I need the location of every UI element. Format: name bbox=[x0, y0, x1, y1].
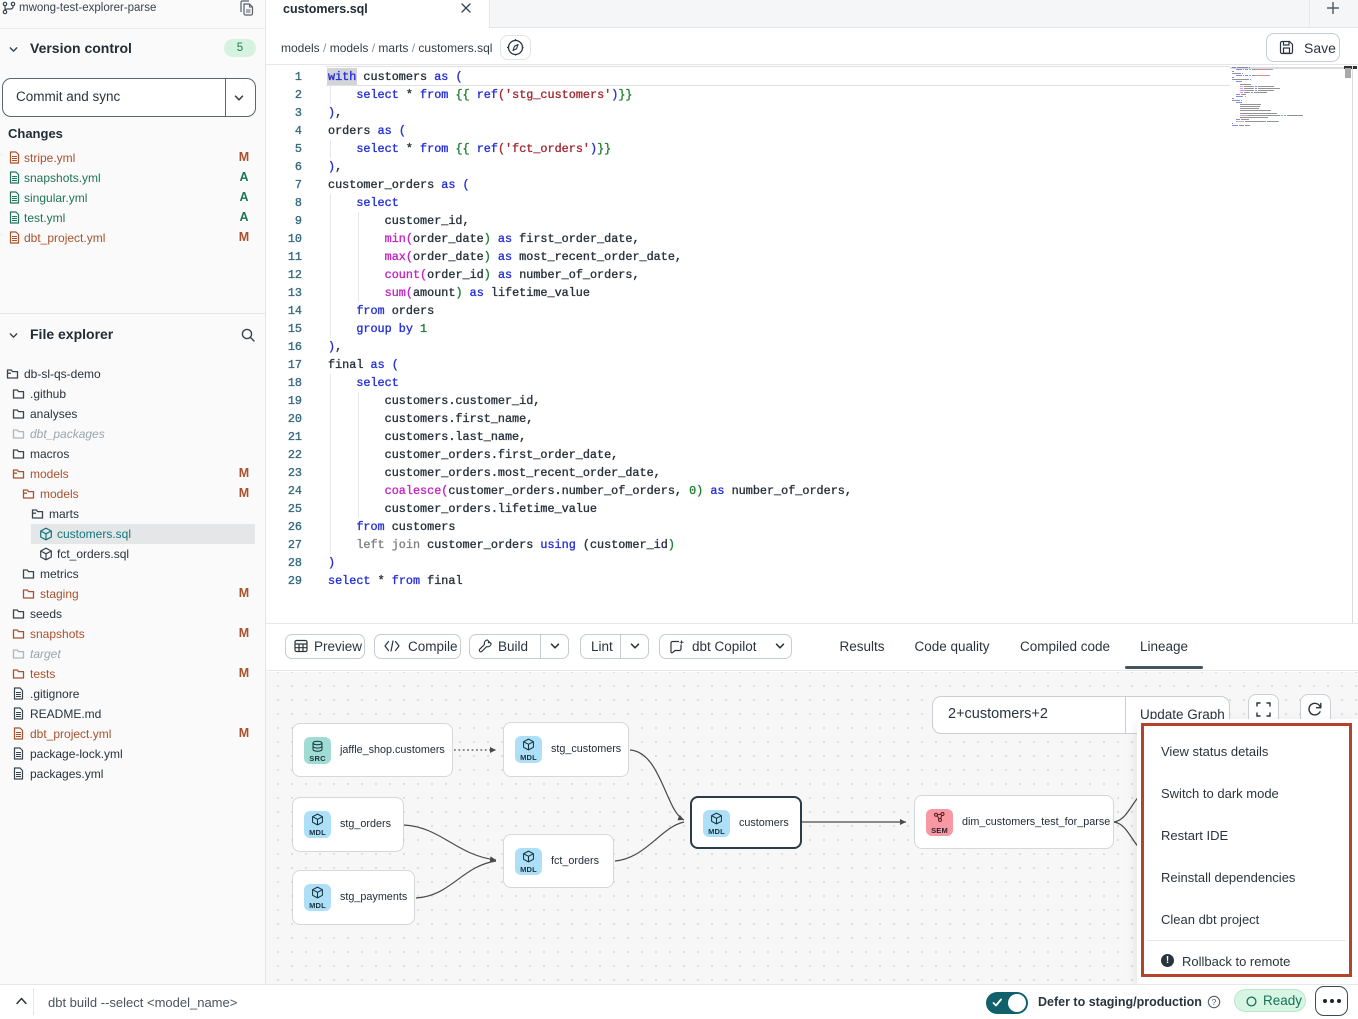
svg-text:?: ? bbox=[1212, 997, 1217, 1007]
